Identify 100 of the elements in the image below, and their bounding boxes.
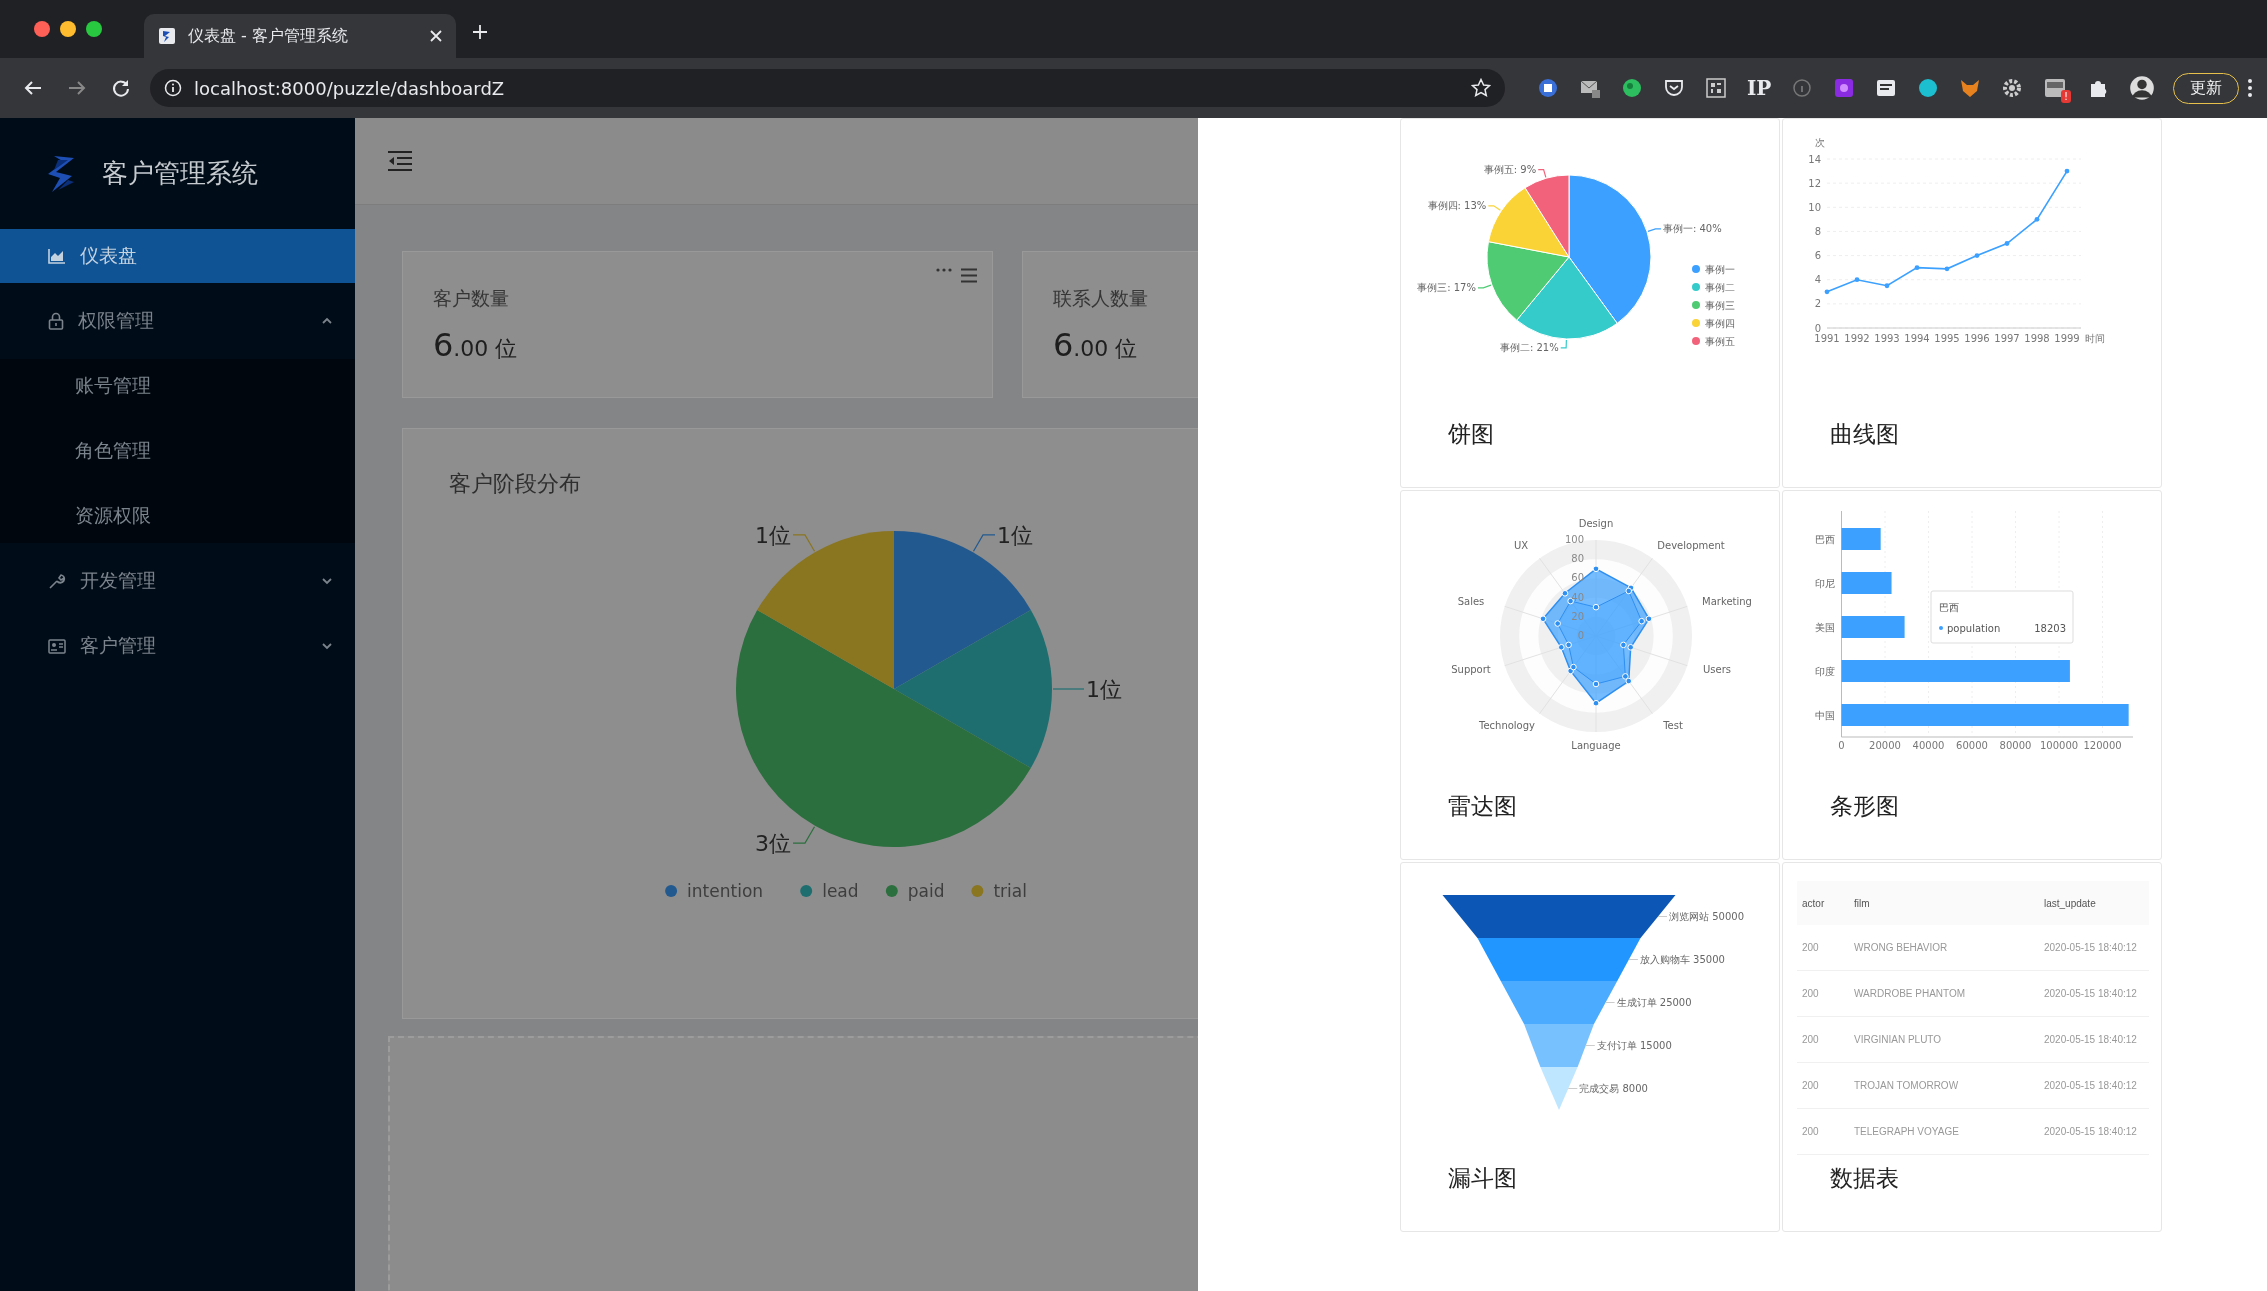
leader-line: [1537, 169, 1547, 178]
menu-item[interactable]: 权限管理: [0, 294, 355, 348]
axis-tick-label: 20: [1571, 610, 1584, 622]
slice-label: 事例三: 17%: [1417, 282, 1476, 294]
gear-icon[interactable]: [2001, 77, 2023, 99]
menu-item[interactable]: 开发管理: [0, 554, 355, 608]
avatar-icon[interactable]: [2129, 75, 2155, 101]
menu-fold-icon[interactable]: [387, 150, 413, 172]
legend-label[interactable]: paid: [907, 881, 945, 901]
column-header: film: [1849, 881, 2039, 925]
shield-icon[interactable]: [1663, 77, 1685, 99]
legend-label[interactable]: trial: [993, 881, 1027, 901]
slice-label: 事例五: 9%: [1483, 164, 1537, 176]
data-point: [1974, 253, 1980, 258]
chart-card[interactable]: 浏览网站 50000 放入购物车 35000 生成订单 25000 支付订单 15000 完成交易 8000 漏斗图: [1400, 862, 1780, 1232]
submenu-item[interactable]: 账号管理: [0, 359, 355, 413]
data-point: [1944, 266, 1950, 272]
submenu-item[interactable]: 角色管理: [0, 424, 355, 478]
axis-tick-label: 100000: [2039, 740, 2079, 751]
table-cell: WRONG BEHAVIOR: [1849, 925, 2039, 971]
axis-tick-label: 40000: [1912, 740, 1945, 751]
legend-label[interactable]: 事例四: [1705, 317, 1735, 329]
axis-label: Support: [1451, 664, 1491, 675]
info-icon[interactable]: [1791, 77, 1813, 99]
close-window-button[interactable]: [34, 21, 50, 37]
table-cell: TELEGRAPH VOYAGE: [1849, 1108, 2039, 1155]
legend-label[interactable]: 事例二: [1705, 281, 1735, 293]
axis-tick-label: 1995: [1934, 333, 1960, 344]
funnel-label: 支付订单 15000: [1596, 1040, 1672, 1051]
axis-tick-label: 8: [1814, 225, 1821, 237]
grid-icon[interactable]: [1705, 77, 1727, 99]
legend-label[interactable]: 事例五: [1705, 335, 1735, 347]
browser-tab[interactable]: 仪表盘 - 客户管理系统: [144, 14, 456, 58]
leader-line: [1567, 1088, 1578, 1089]
leader-line: [1605, 1002, 1616, 1003]
data-point: [1592, 680, 1600, 688]
extension-icon[interactable]: [1537, 77, 1559, 99]
axis-title: 次: [1815, 137, 1825, 148]
leader-line: [1647, 228, 1662, 232]
reader-icon[interactable]: [1875, 77, 1897, 99]
table-cell: VIRGINIAN PLUTO: [1849, 1016, 2039, 1063]
legend-label[interactable]: 事例一: [1705, 263, 1735, 275]
data-point: [2034, 216, 2040, 222]
axis-label: Development: [1657, 540, 1725, 551]
axis-tick-label: 印度: [1815, 666, 1835, 677]
tooltip-value: 18203: [2034, 623, 2066, 634]
axis-tick-label: 1996: [1964, 333, 1990, 344]
chart-card[interactable]: Design 100 UX Development 80 60 Sales 40 Marketing 20 0 Support Users Technology Test Language 雷达图: [1400, 490, 1780, 860]
minimize-button[interactable]: [60, 21, 76, 37]
axis-tick-label: 0: [1838, 740, 1845, 751]
plus-icon[interactable]: [472, 24, 488, 40]
data-point: [1592, 603, 1600, 611]
axis-tick-label: 1998: [2024, 333, 2050, 344]
leader-line: [972, 534, 996, 552]
chart-card[interactable]: 0 2 4 6 8 10 12 14 次 1991 1992 1993 1994 1995 1996 1997 1998 1999 时间 曲线图: [1782, 118, 2162, 488]
address-bar[interactable]: localhost:8000/puzzle/dashboardZ: [150, 69, 1505, 107]
menu-item[interactable]: 仪表盘: [0, 229, 355, 283]
leader-line: [1477, 284, 1492, 289]
axis-tick-label: 1993: [1874, 333, 1900, 344]
axis-label: Test: [1663, 720, 1683, 731]
more-icon[interactable]: [936, 268, 952, 272]
axis-label: Technology: [1479, 720, 1535, 731]
window-icon[interactable]: [2043, 76, 2067, 100]
data-point: [1884, 283, 1890, 289]
table-cell: 200: [1797, 1016, 1849, 1063]
leader-line: [1657, 916, 1668, 917]
close-icon[interactable]: [430, 30, 442, 42]
leader-line: [1560, 339, 1567, 349]
slice-label: 1位: [1086, 676, 1122, 702]
chart-title: 客户阶段分布: [449, 470, 582, 498]
legend-label[interactable]: intention: [687, 881, 764, 901]
extension-label[interactable]: IP: [1747, 76, 1771, 100]
menu-item[interactable]: 客户管理: [0, 619, 355, 673]
card-title: 饼图: [1447, 420, 1494, 449]
more-vert-icon[interactable]: [2247, 78, 2253, 98]
table-cell: TROJAN TOMORROW: [1849, 1062, 2039, 1109]
submenu-item[interactable]: 资源权限: [0, 489, 355, 543]
data-point: [1539, 615, 1547, 623]
axis-tick-label: 6: [1814, 250, 1821, 262]
maximize-button[interactable]: [86, 21, 102, 37]
extension-icon[interactable]: [1833, 77, 1855, 99]
chart-card[interactable]: 事例五: 9% 事例四: 13% 事例一: 40% 事例三: 17% 事例二: 21% 事例一 事例二 事例三 事例四 事例五 饼图: [1400, 118, 1780, 488]
table-cell: 200: [1797, 925, 1849, 971]
axis-tick-label: 12: [1808, 177, 1821, 189]
axis-tick-label: 1994: [1904, 333, 1930, 344]
extension-icon[interactable]: [1917, 77, 1939, 99]
menu-icon[interactable]: [960, 268, 978, 283]
tooltip-title: 巴西: [1939, 602, 1959, 613]
axis-tick-label: 20000: [1869, 740, 1901, 751]
legend-label[interactable]: lead: [822, 881, 859, 901]
table-cell: 2020-05-15 18:40:12: [2039, 1108, 2149, 1155]
axis-tick-label: 2: [1814, 298, 1821, 310]
id-card-icon: [48, 638, 66, 654]
fox-icon[interactable]: [1959, 77, 1981, 99]
axis-label: Design: [1578, 518, 1614, 529]
legend-label[interactable]: 事例三: [1705, 299, 1735, 311]
axis-tick-label: 1991: [1814, 333, 1840, 344]
chart-card[interactable]: 0 20000 40000 60000 80000 100000 120000 巴西 印尼 美国 印度 中国 巴西 population 18203 条形图: [1782, 490, 2162, 860]
star-icon[interactable]: [1471, 78, 1491, 98]
extension-icon[interactable]: [1621, 77, 1643, 99]
